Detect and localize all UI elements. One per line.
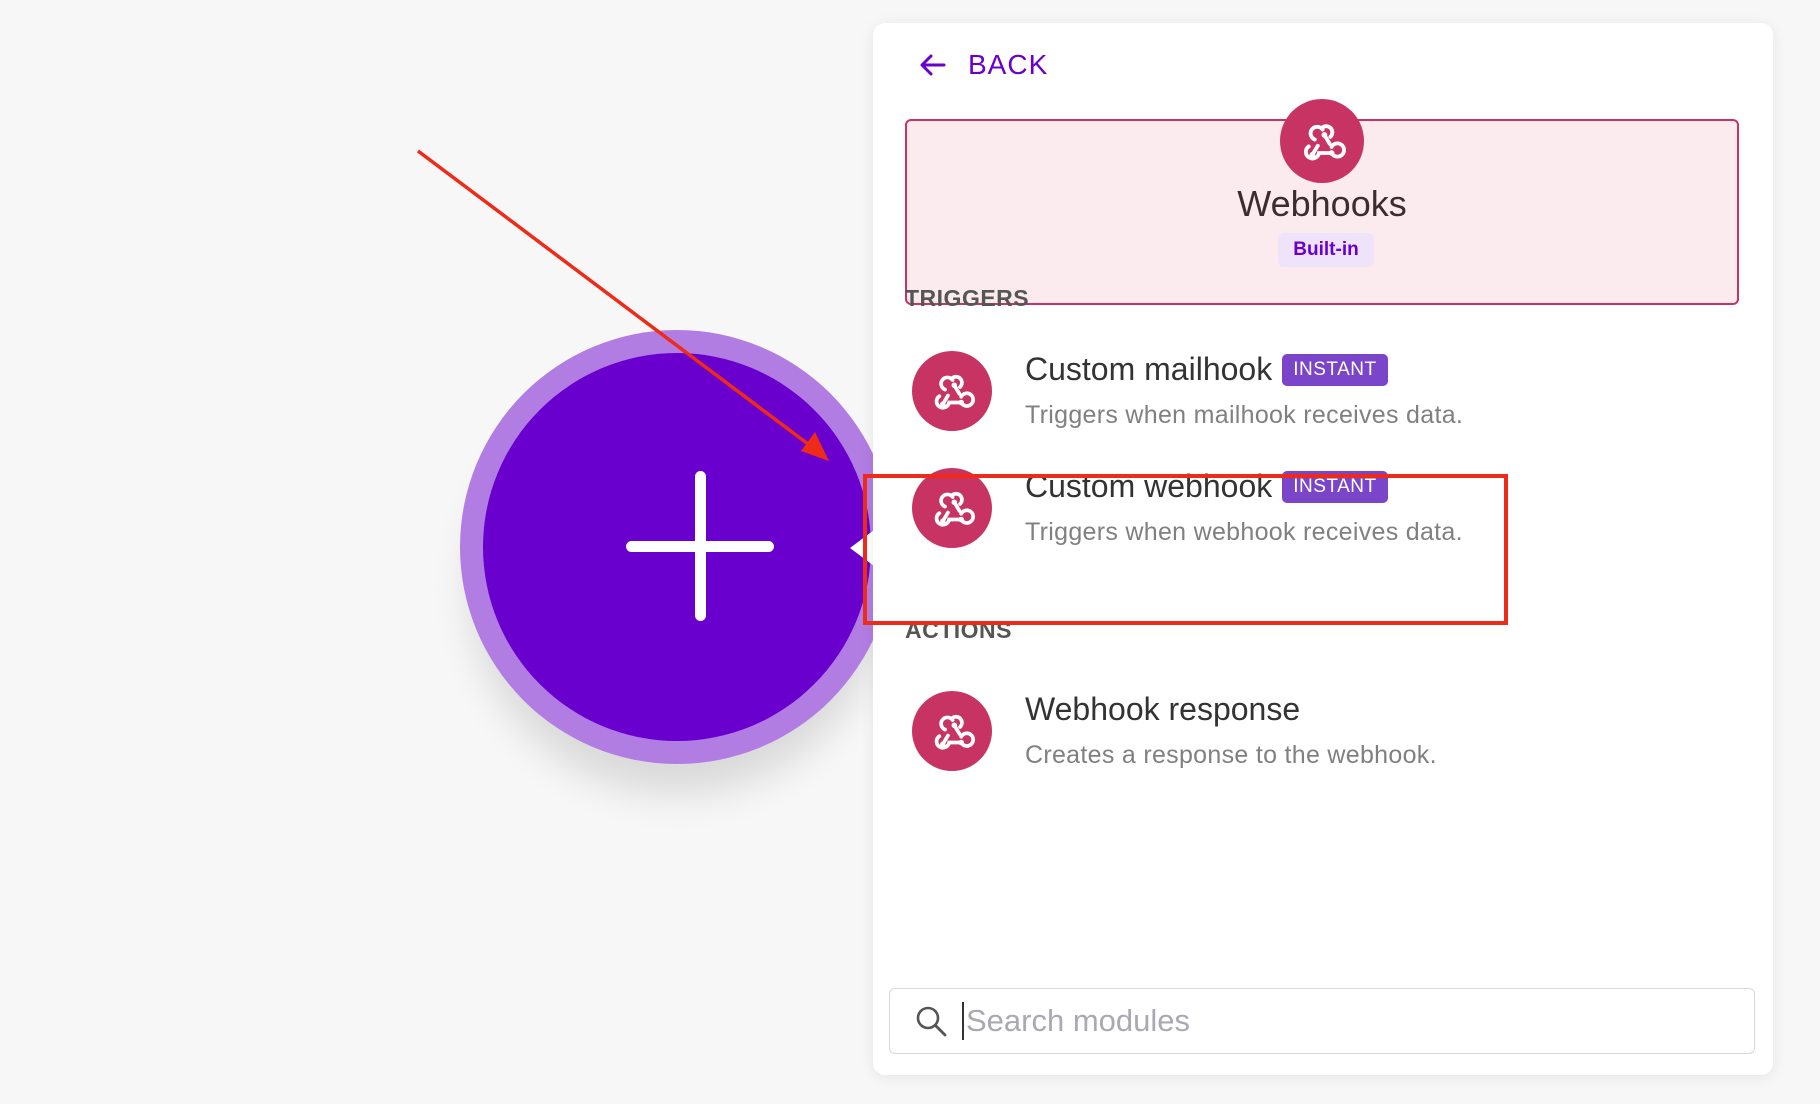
section-label-triggers: TRIGGERS — [905, 285, 1030, 311]
plus-icon-vertical — [695, 471, 706, 621]
module-title: Custom webhook — [1025, 468, 1273, 504]
webhook-icon — [912, 691, 992, 771]
plus-node-inner — [483, 353, 871, 741]
module-title-row: Custom mailhook INSTANT — [1025, 351, 1388, 388]
module-title: Webhook response — [1025, 691, 1301, 727]
search-modules-field[interactable] — [889, 988, 1755, 1054]
module-custom-webhook[interactable]: Custom webhook INSTANT Triggers when web… — [905, 468, 1505, 568]
back-button[interactable]: BACK — [918, 43, 1048, 87]
built-in-badge: Built-in — [1278, 233, 1374, 267]
search-icon — [916, 1006, 947, 1037]
module-webhook-response[interactable]: Webhook response Creates a response to t… — [905, 691, 1505, 791]
webhook-icon — [912, 468, 992, 548]
module-title-row: Webhook response — [1025, 691, 1300, 728]
panel-pointer — [850, 530, 874, 566]
module-title-row: Custom webhook INSTANT — [1025, 468, 1388, 505]
module-custom-mailhook[interactable]: Custom mailhook INSTANT Triggers when ma… — [905, 351, 1505, 451]
back-label: BACK — [968, 49, 1049, 80]
module-description: Triggers when mailhook receives data. — [1025, 401, 1464, 429]
module-description: Triggers when webhook receives data. — [1025, 518, 1463, 546]
module-title: Custom mailhook — [1025, 351, 1273, 387]
webhook-icon — [1280, 99, 1364, 183]
arrow-left-icon — [920, 54, 946, 76]
add-module-button[interactable] — [460, 330, 894, 764]
module-description: Creates a response to the webhook. — [1025, 741, 1437, 769]
instant-badge: INSTANT — [1282, 353, 1388, 386]
webhook-icon — [912, 351, 992, 431]
search-input[interactable] — [962, 1002, 1754, 1040]
module-picker-panel: BACK Webhooks Built-in TRIGGERS Custom m… — [873, 23, 1773, 1075]
instant-badge: INSTANT — [1282, 470, 1388, 503]
section-label-actions: ACTIONS — [905, 617, 1012, 643]
app-title: Webhooks — [1237, 183, 1407, 224]
